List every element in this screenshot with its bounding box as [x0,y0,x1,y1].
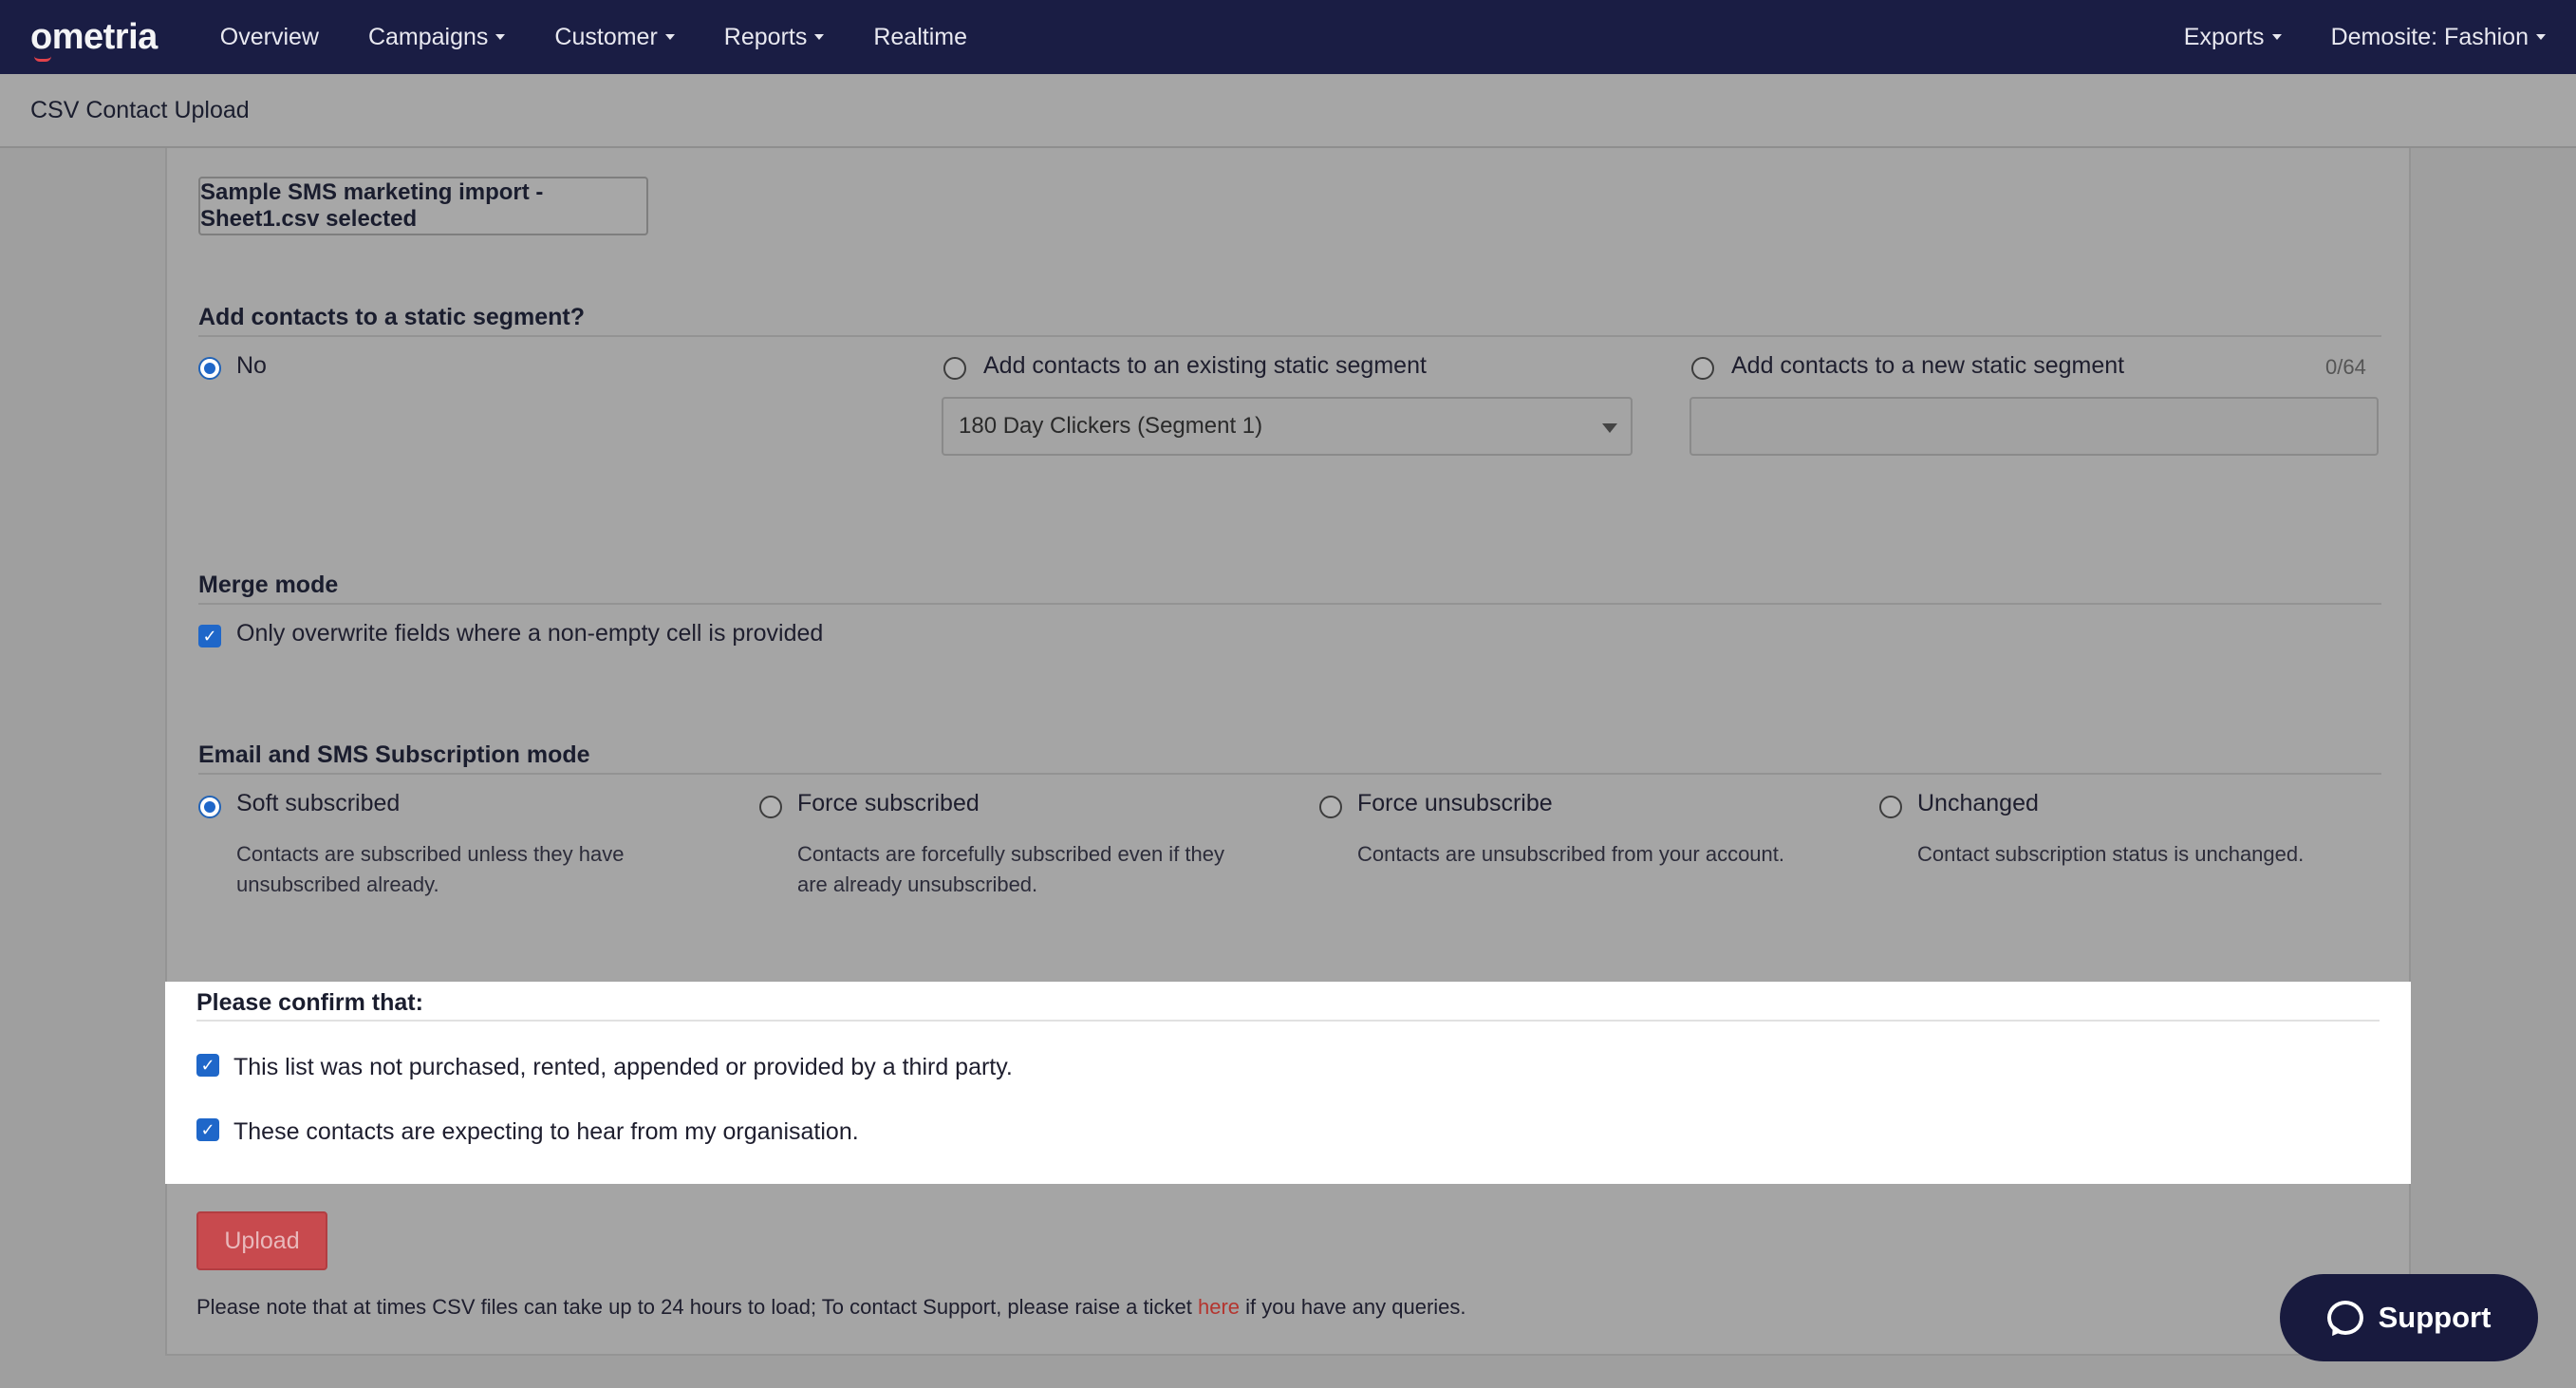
segment-name-counter: 0/64 [2325,355,2366,379]
sub-soft-radio[interactable] [198,796,221,818]
segment-existing-radio[interactable] [943,357,966,380]
sub-soft-label: Soft subscribed [236,790,401,816]
nav-exports[interactable]: Exports [2184,24,2282,51]
existing-segment-select[interactable]: 180 Day Clickers (Segment 1) [942,397,1633,456]
caret-down-icon [495,34,506,40]
segment-existing-label: Add contacts to an existing static segme… [983,352,1427,379]
caret-down-icon [814,34,825,40]
nav-realtime[interactable]: Realtime [873,24,967,51]
top-nav: ometria Overview Campaigns Customer Repo… [0,0,2576,74]
caret-down-icon [2271,34,2282,40]
sub-unsubscribe-label: Force unsubscribe [1357,790,1553,816]
divider [198,773,2381,775]
confirm-third-party-label: This list was not purchased, rented, app… [233,1054,1013,1080]
sub-unchanged-radio[interactable] [1879,796,1902,818]
support-note: Please note that at times CSV files can … [196,1295,1466,1319]
confirm-panel: Please confirm that: ✓ This list was not… [165,982,2411,1184]
caret-down-icon [664,34,675,40]
confirm-third-party-checkbox[interactable]: ✓ [196,1054,219,1077]
nav-site-switcher[interactable]: Demosite: Fashion [2331,24,2546,51]
confirm-expecting-checkbox[interactable]: ✓ [196,1118,219,1141]
checkmark-icon: ✓ [202,627,217,646]
confirm-expecting-label: These contacts are expecting to hear fro… [233,1118,859,1145]
segment-no-radio[interactable] [198,357,221,380]
segment-new-label: Add contacts to a new static segment [1731,352,2125,379]
merge-section-title: Merge mode [198,572,339,598]
dropdown-arrow-icon [1602,423,1617,433]
file-select-button[interactable]: Sample SMS marketing import - Sheet1.csv… [198,177,648,235]
sub-force-radio[interactable] [759,796,782,818]
ometria-logo[interactable]: ometria [30,17,158,62]
sub-force-desc: Contacts are forcefully subscribed even … [797,842,1225,896]
sub-unchanged-desc: Contact subscription status is unchanged… [1917,842,2305,866]
sub-unsubscribe-desc: Contacts are unsubscribed from your acco… [1357,842,1785,866]
segment-no-label: No [236,352,267,379]
confirm-title: Please confirm that: [196,989,423,1016]
divider [198,335,2381,337]
caret-down-icon [2536,34,2546,40]
nav-overview[interactable]: Overview [220,24,319,51]
new-segment-name-input[interactable] [1689,397,2379,456]
checkmark-icon: ✓ [200,1120,215,1139]
page-header: CSV Contact Upload [0,74,2576,148]
nav-right: Exports Demosite: Fashion [2159,24,2546,51]
chat-bubble-icon [2326,1301,2363,1335]
nav-reports[interactable]: Reports [724,24,825,51]
logo-smile-icon [34,56,51,62]
nav-campaigns[interactable]: Campaigns [368,24,506,51]
segment-new-radio[interactable] [1691,357,1714,380]
nav-customer[interactable]: Customer [554,24,675,51]
support-ticket-link[interactable]: here [1198,1295,1240,1319]
divider [198,603,2381,605]
sub-force-label: Force subscribed [797,790,980,816]
segment-section-title: Add contacts to a static segment? [198,304,586,330]
support-chat-button[interactable]: Support [2280,1274,2538,1361]
divider [196,1020,2380,1022]
checkmark-icon: ✓ [200,1056,215,1075]
merge-overwrite-checkbox[interactable]: ✓ [198,625,221,647]
subscription-section-title: Email and SMS Subscription mode [198,741,590,768]
merge-overwrite-label: Only overwrite fields where a non-empty … [236,620,824,647]
sub-soft-desc: Contacts are subscribed unless they have… [236,842,625,896]
sub-unsubscribe-radio[interactable] [1319,796,1342,818]
sub-unchanged-label: Unchanged [1917,790,2039,816]
page-title: CSV Contact Upload [30,96,250,123]
upload-button[interactable]: Upload [196,1211,327,1270]
